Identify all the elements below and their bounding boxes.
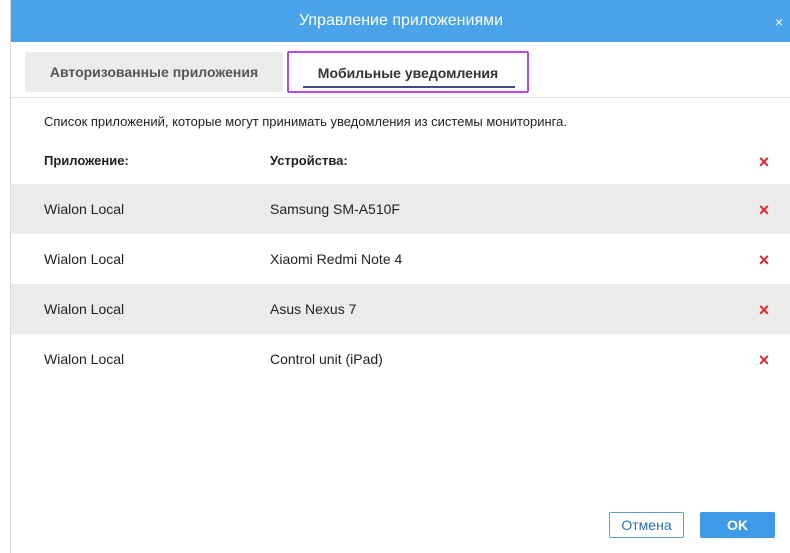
tab-mobile-notifications-label: Мобильные уведомления [317, 65, 499, 81]
column-header-devices: Устройства: [270, 153, 348, 168]
close-icon[interactable]: × [775, 0, 783, 42]
table-body: Wialon Local Samsung SM-A510F × Wialon L… [11, 184, 790, 384]
dialog-titlebar: Управление приложениями × [11, 0, 790, 42]
active-tab-underline [303, 86, 515, 88]
delete-row-icon[interactable]: × [757, 234, 771, 286]
delete-all-icon[interactable]: × [757, 144, 771, 180]
cell-device: Asus Nexus 7 [270, 301, 357, 317]
delete-row-icon[interactable]: × [757, 334, 771, 386]
tab-bar: Авторизованные приложения Мобильные увед… [11, 42, 790, 98]
divider [11, 97, 790, 98]
description-text: Список приложений, которые могут принима… [44, 114, 567, 129]
cell-application: Wialon Local [44, 301, 125, 317]
cancel-button[interactable]: Отмена [609, 512, 684, 538]
delete-row-icon[interactable]: × [757, 184, 771, 236]
delete-row-icon[interactable]: × [757, 284, 771, 336]
cell-device: Control unit (iPad) [270, 351, 383, 367]
table-row: Wialon Local Asus Nexus 7 × [11, 284, 790, 334]
tab-mobile-notifications[interactable]: Мобильные уведомления [287, 51, 529, 93]
dialog-title: Управление приложениями [298, 12, 504, 29]
cell-application: Wialon Local [44, 201, 125, 217]
cell-device: Xiaomi Redmi Note 4 [270, 251, 403, 267]
column-header-application: Приложение: [44, 153, 129, 168]
cell-device: Samsung SM-A510F [270, 201, 400, 217]
table-row: Wialon Local Samsung SM-A510F × [11, 184, 790, 234]
table-row: Wialon Local Xiaomi Redmi Note 4 × [11, 234, 790, 284]
ok-button[interactable]: OK [700, 512, 775, 538]
cell-application: Wialon Local [44, 351, 125, 367]
tab-authorized-apps[interactable]: Авторизованные приложения [25, 52, 283, 92]
table-row: Wialon Local Control unit (iPad) × [11, 334, 790, 384]
app-management-dialog: Управление приложениями × Авторизованные… [10, 0, 790, 553]
table-header: Приложение: Устройства: × [11, 144, 790, 178]
cell-application: Wialon Local [44, 251, 125, 267]
